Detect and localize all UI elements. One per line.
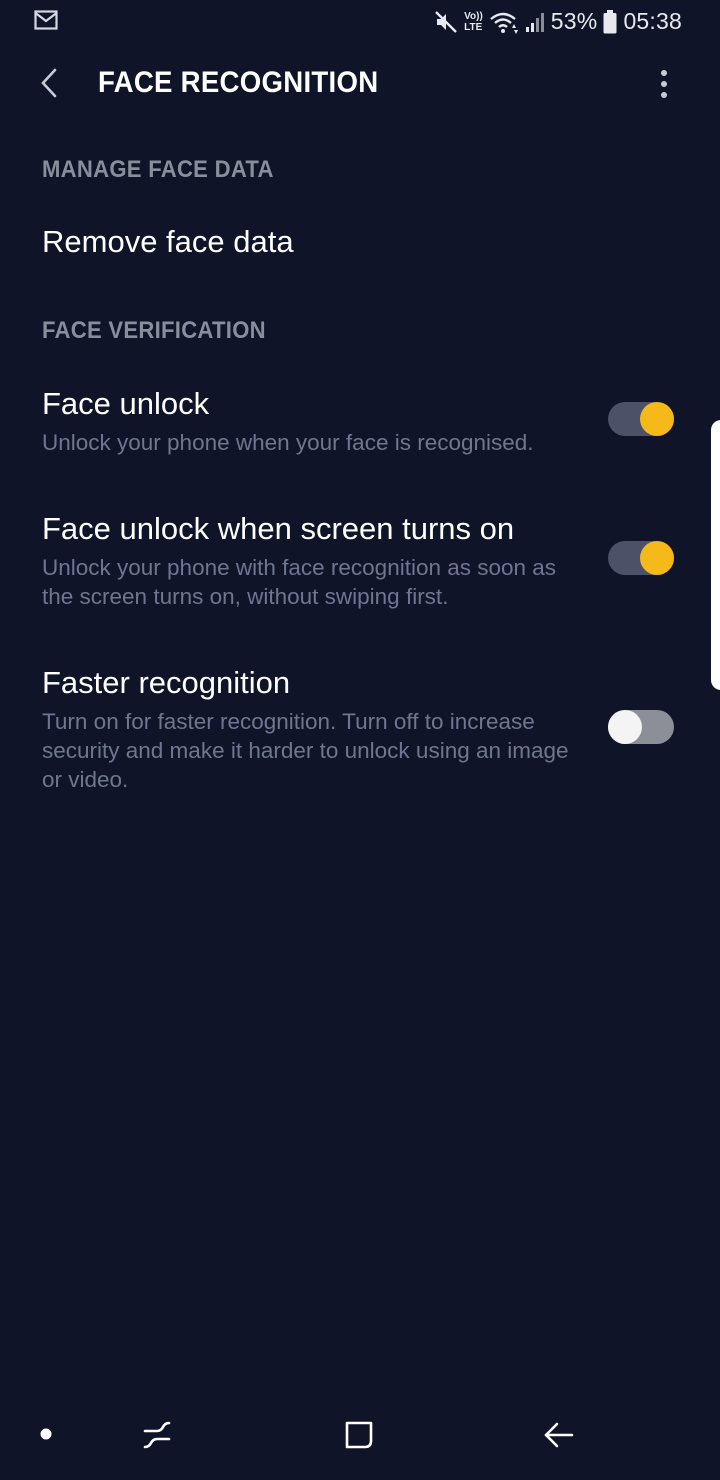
volte-label-top: Vo)) [464, 10, 483, 22]
wifi-icon [489, 10, 519, 34]
volte-icon: Vo)) LTE [464, 11, 483, 33]
face-unlock-screen-on-title: Face unlock when screen turns on [42, 511, 515, 546]
face-unlock-item[interactable]: Face unlock Unlock your phone when your … [0, 372, 720, 472]
toggle-thumb [640, 541, 674, 575]
recent-apps-icon [141, 1418, 173, 1457]
face-unlock-screen-on-subtitle: Unlock your phone with face recognition … [42, 555, 557, 609]
status-right: Vo)) LTE 53% 05:38 [434, 8, 682, 35]
status-bar: Vo)) LTE 53% 05:38 [0, 0, 720, 44]
chevron-left-icon [38, 68, 60, 103]
volte-label-bottom: LTE [464, 21, 483, 33]
page-title: FACE RECOGNITION [98, 66, 379, 99]
face-unlock-subtitle: Unlock your phone when your face is reco… [42, 430, 534, 455]
screen: Vo)) LTE 53% 05:38 FACE RECOGNITION MANA… [0, 0, 720, 1480]
home-icon [343, 1419, 375, 1456]
status-left [34, 10, 58, 35]
battery-icon [603, 9, 617, 34]
face-unlock-screen-on-toggle[interactable] [608, 541, 674, 575]
nav-dot-button[interactable] [34, 1424, 58, 1448]
recent-apps-button[interactable] [132, 1414, 182, 1460]
navigation-bar [0, 1398, 720, 1480]
edge-panel-handle[interactable] [711, 420, 720, 690]
remove-face-data-label: Remove face data [42, 224, 294, 259]
more-vertical-icon [660, 69, 668, 104]
face-unlock-screen-on-item[interactable]: Face unlock when screen turns on Unlock … [0, 498, 720, 624]
app-bar: FACE RECOGNITION [0, 50, 720, 120]
mute-icon [434, 10, 458, 34]
home-button[interactable] [334, 1414, 384, 1460]
face-unlock-toggle[interactable] [608, 402, 674, 436]
signal-icon [525, 11, 545, 33]
more-options-button[interactable] [644, 64, 684, 108]
toggle-thumb [640, 402, 674, 436]
faster-recognition-item[interactable]: Faster recognition Turn on for faster re… [0, 652, 720, 808]
faster-recognition-subtitle: Turn on for faster recognition. Turn off… [42, 709, 569, 792]
mail-icon [34, 10, 58, 34]
dot-icon [40, 1427, 52, 1445]
battery-percent: 53% [550, 8, 598, 34]
back-button[interactable] [26, 62, 72, 108]
clock: 05:38 [623, 8, 682, 34]
section-header-face-verification: FACE VERIFICATION [42, 317, 266, 344]
section-header-manage-face-data: MANAGE FACE DATA [42, 156, 274, 183]
back-arrow-icon [543, 1420, 575, 1455]
remove-face-data-item[interactable]: Remove face data [0, 212, 720, 278]
faster-recognition-toggle[interactable] [608, 710, 674, 744]
face-unlock-title: Face unlock [42, 386, 210, 421]
toggle-thumb [608, 710, 642, 744]
faster-recognition-title: Faster recognition [42, 665, 291, 700]
nav-back-button[interactable] [534, 1414, 584, 1460]
